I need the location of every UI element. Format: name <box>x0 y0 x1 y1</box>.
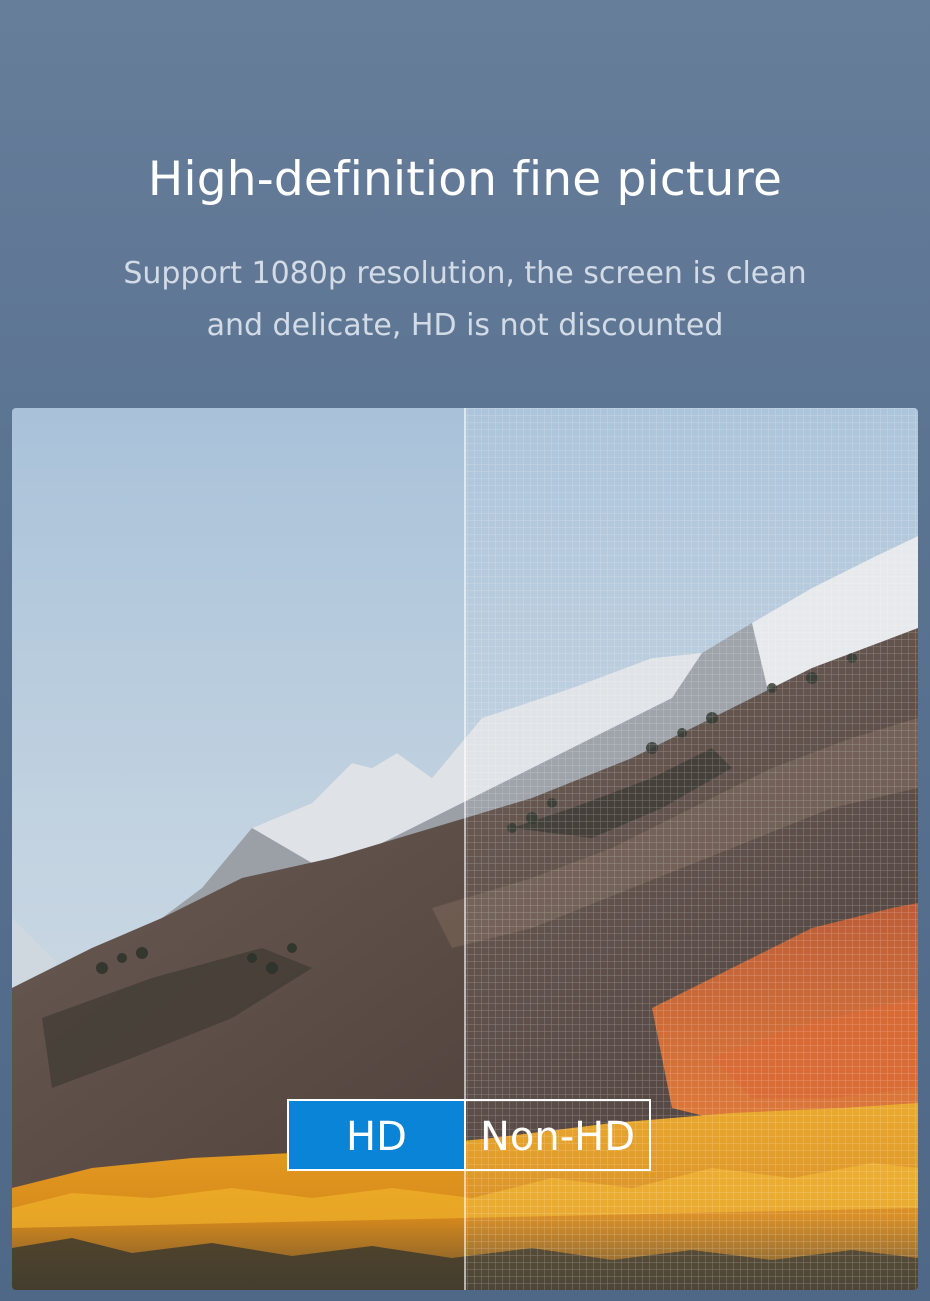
subtitle-line-1: Support 1080p resolution, the screen is … <box>123 256 807 291</box>
hd-comparison-toggle: HD Non-HD <box>287 1099 651 1171</box>
page-subtitle: Support 1080p resolution, the screen is … <box>100 248 830 352</box>
non-hd-label: Non-HD <box>464 1099 651 1171</box>
subtitle-line-2: and delicate, HD is not discounted <box>206 308 724 343</box>
page-title: High-definition fine picture <box>147 152 783 207</box>
hd-label: HD <box>287 1099 464 1171</box>
